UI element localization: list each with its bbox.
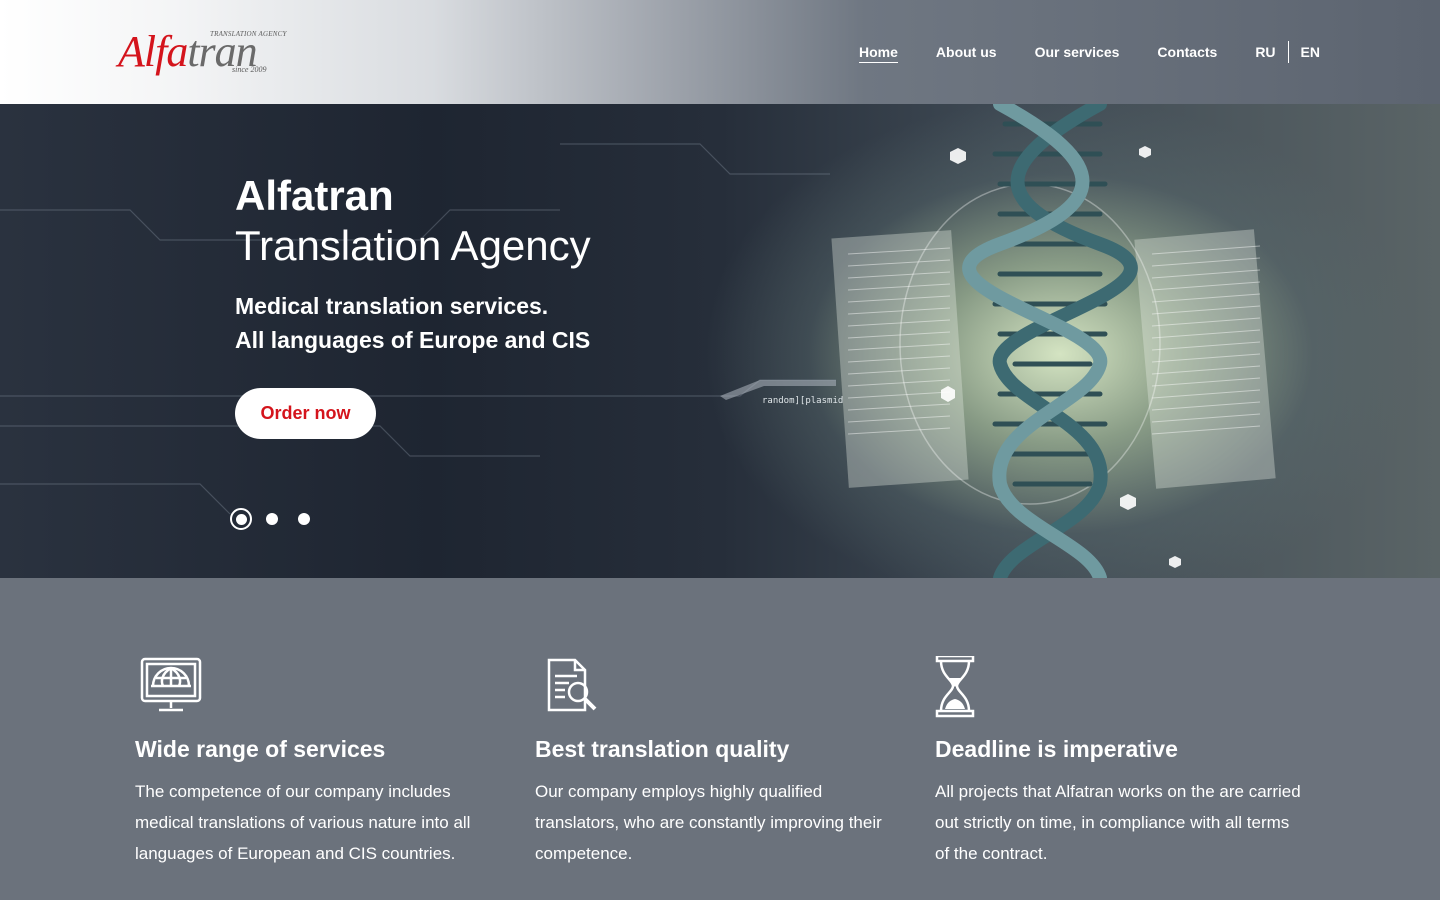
slider-dot-2[interactable]: [266, 513, 278, 525]
slider-dot-3[interactable]: [298, 513, 310, 525]
hero-code-label: random][plasmid: [762, 396, 844, 406]
language-switcher: RU EN: [1255, 41, 1320, 63]
nav-contacts[interactable]: Contacts: [1157, 42, 1217, 62]
hero-slider: random][plasmid Alfatran Translation Age…: [0, 104, 1440, 578]
slider-dot-1[interactable]: [230, 508, 252, 530]
dna-helix-illustration: [831, 104, 1276, 578]
document-search-icon: [547, 658, 597, 712]
hero-title-brand: Alfatran: [235, 172, 394, 219]
feature-text: Our company employs highly qualified tra…: [535, 782, 882, 863]
hero-subtitle-line2: All languages of Europe and CIS: [235, 327, 591, 353]
feature-title: Deadline is imperative: [935, 736, 1178, 762]
nav-home[interactable]: Home: [859, 42, 898, 63]
lang-divider: [1287, 41, 1289, 63]
lang-en[interactable]: EN: [1301, 42, 1320, 62]
order-now-button[interactable]: Order now: [235, 388, 376, 439]
feature-text: All projects that Alfatran works on the …: [935, 782, 1301, 863]
slider-pagination: [230, 508, 330, 530]
lang-ru[interactable]: RU: [1255, 42, 1275, 62]
feature-text: The competence of our company includes m…: [135, 782, 471, 863]
hero-subtitle-line1: Medical translation services.: [235, 293, 549, 319]
hourglass-icon: [935, 656, 975, 718]
alfatran-logo[interactable]: TRANSLATION AGENCY Alfatran since 2009: [118, 28, 294, 80]
nav-our-services[interactable]: Our services: [1035, 42, 1120, 62]
logo-tagline-bottom: since 2009: [232, 65, 267, 74]
feature-title: Best translation quality: [535, 736, 790, 762]
features-section: Wide range of services The competence of…: [0, 578, 1440, 900]
feature-title: Wide range of services: [135, 736, 386, 762]
nav-about-us[interactable]: About us: [936, 42, 997, 62]
main-nav: Home About us Our services Contacts RU E…: [821, 41, 1320, 63]
hero-title-agency: Translation Agency: [235, 222, 591, 269]
logo-wordmark-red: Alfa: [118, 27, 188, 76]
monitor-globe-icon: [140, 657, 202, 712]
site-header: TRANSLATION AGENCY Alfatran since 2009 H…: [0, 0, 1440, 104]
